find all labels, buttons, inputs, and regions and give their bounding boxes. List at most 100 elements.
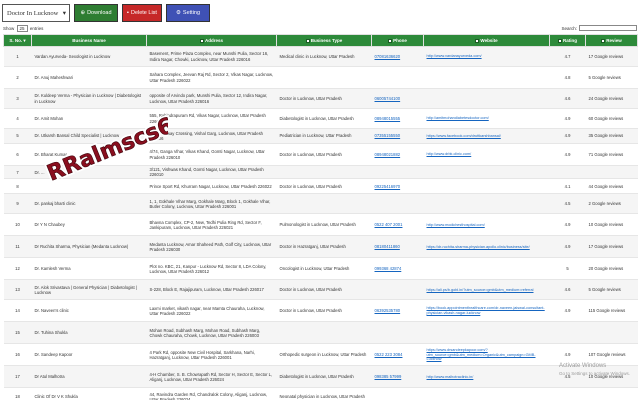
cell-review: 17 Google reviews <box>585 46 638 67</box>
cell-sno: 15 <box>3 321 32 345</box>
cell-rating: 4.9 <box>549 213 586 237</box>
cell-business-name <box>31 178 147 195</box>
table-row[interactable]: 3 Dr. Kuldeep Verma - Physician in Luckno… <box>3 88 638 109</box>
cell-review: 10 Google reviews <box>585 213 638 237</box>
table-row[interactable]: 8 Prince Sport Rd, Khurram Nagar, Lucknow… <box>3 178 638 195</box>
cell-website[interactable]: https://book.appointmenthealthcare.com/d… <box>423 299 550 323</box>
cell-business-name: Dr. Sandeep Kapoor <box>31 343 147 367</box>
column-header-sno[interactable]: S. No. ▾ <box>3 34 32 47</box>
cell-website[interactable]: http://www.malhotraclinic.in/ <box>423 365 550 389</box>
cell-business-type: Medical clinic in Lucknow, Uttar Pradesh <box>276 46 372 67</box>
column-header-phone[interactable]: Phone <box>371 34 424 47</box>
table-row[interactable]: 17 Dr Atul Malhotra 4-H Chamber, S. B. Cho… <box>3 365 638 389</box>
cell-address: Prince Sport Rd, Khurram Nagar, Lucknow,… <box>146 178 277 195</box>
table-row[interactable]: 9 Dr. pankaj bharti clinic 1, 1, Gokhale V… <box>3 193 638 215</box>
cell-phone <box>371 193 424 215</box>
column-header-name[interactable]: Business Name <box>31 34 147 47</box>
cell-phone[interactable]: 07081636620 <box>371 46 424 67</box>
cell-rating: 4.6 <box>549 88 586 109</box>
table-row[interactable]: 18 Clinic Of Dr V K Shukla 44, Ravindra Ga… <box>3 387 638 400</box>
cell-address: 1, 1, Gokhale Vihar Marg, Gokhale Marg, … <box>146 193 277 215</box>
cell-phone[interactable]: 098385 57999 <box>371 365 424 389</box>
cell-website[interactable]: https://www.drsandeepkapoor.com/?utm_sou… <box>423 343 550 367</box>
cell-phone[interactable]: 0522 407 2001 <box>371 213 424 237</box>
cell-business-name: Vardan Ayurveda- Sexologist in Lucknow <box>31 46 147 67</box>
cell-phone[interactable]: 08948015555 <box>371 108 424 129</box>
cell-website <box>423 257 550 281</box>
cell-rating <box>549 321 586 345</box>
column-checkbox[interactable] <box>305 38 310 43</box>
download-button[interactable]: ⊕ Download <box>74 4 118 22</box>
cell-website[interactable]: https://www.facebook.com/druttkarshbansa… <box>423 128 550 144</box>
category-dropdown[interactable]: Doctor In Lucknow ▾ <box>2 4 70 22</box>
table-row[interactable]: 7 Dr. ... 3/121, Vishwas Khand, Gomti Naga… <box>3 165 638 180</box>
cell-phone[interactable]: 09225416970 <box>371 178 424 195</box>
cell-phone[interactable]: 08180411860 <box>371 235 424 259</box>
table-row[interactable]: 15 Dr. Tuhina Shukla Mohan Road, Subhash M… <box>3 321 638 345</box>
delete-list-button[interactable]: ▪ Delete List <box>122 4 162 22</box>
table-row[interactable]: 6 Dr. Bharat Kumar 4/74, Ganga Vihar, Vika… <box>3 143 638 166</box>
cell-website[interactable]: http://www.drbk.clinic.com/ <box>423 143 550 166</box>
activate-subtitle: Go to Settings to activate Windows. <box>558 371 630 376</box>
cell-business-type <box>276 193 372 215</box>
cell-phone[interactable]: 06392535780 <box>371 299 424 323</box>
cell-website[interactable]: http://www.modichesthospital.com/ <box>423 213 550 237</box>
cell-address: 555, Rabindrapuram Rd, Vikas Nagar, Luck… <box>146 108 277 129</box>
download-button-label: Download <box>87 10 112 16</box>
cell-review: 115 Google reviews <box>585 299 638 323</box>
table-row[interactable]: 1 Vardan Ayurveda- Sexologist in Lucknow B… <box>3 46 638 67</box>
column-header-review[interactable]: Review <box>585 34 638 47</box>
cell-website <box>423 387 550 400</box>
cell-business-type: Doctor in Lucknow, Uttar Pradesh <box>276 299 372 323</box>
cell-phone[interactable]: 0522 223 3084 <box>371 343 424 367</box>
table-controls: Show 25 entries Search: <box>3 24 637 32</box>
table-row[interactable]: 11 Dr Ruchita Sharma, Physician (Medanta … <box>3 235 638 259</box>
cell-business-type <box>276 165 372 180</box>
column-checkbox[interactable] <box>601 38 606 43</box>
setting-button[interactable]: ⚙ Setting <box>166 4 210 22</box>
cell-business-type: Orthopedic surgeon in Lucknow, Uttar Pra… <box>276 343 372 367</box>
cell-website <box>423 66 550 89</box>
column-checkbox[interactable] <box>475 38 480 43</box>
table-row[interactable]: 5 Dr. Utkarsh Bansal Child Specialist | L… <box>3 128 638 144</box>
cell-phone[interactable]: 099368 42874 <box>371 257 424 281</box>
table-row[interactable]: 16 Dr. Sandeep Kapoor 4 Park Rd, opposite … <box>3 343 638 367</box>
cell-website[interactable]: https://ali.ps/b.gobl.in/?utm_source=gmb… <box>423 279 550 301</box>
column-header-type[interactable]: Business Type <box>276 34 372 47</box>
cell-business-name: Dr. Kuldeep Verma - Physician in Lucknow… <box>31 88 147 109</box>
table-row[interactable]: 14 Dr. Naveen's clinic Laxmi market, vikas… <box>3 299 638 323</box>
column-header-website[interactable]: Website <box>423 34 550 47</box>
cell-website[interactable]: http://www.vardanayurveda.com/ <box>423 46 550 67</box>
cell-address: 4/74, Ganga Vihar, Vikas Khand, Gomti Na… <box>146 143 277 166</box>
cell-review <box>585 321 638 345</box>
table-row[interactable]: 2 Dr. Anuj Maheshwari Sahara Complex, Jeev… <box>3 66 638 89</box>
cell-rating: 4.9 <box>549 299 586 323</box>
table-row[interactable]: 13 Dr. Alok Srivastava | General Physicia… <box>3 279 638 301</box>
cell-sno: 4 <box>3 108 32 129</box>
column-checkbox[interactable] <box>199 38 204 43</box>
cell-business-type: Doctor in Lucknow, Uttar Pradesh <box>276 143 372 166</box>
column-checkbox[interactable] <box>558 38 562 43</box>
column-header-rating[interactable]: Rating <box>549 34 586 47</box>
activate-title: Activate Windows <box>558 363 607 369</box>
column-header-address[interactable]: Address <box>146 34 277 47</box>
table-row[interactable]: 4 Dr. Amit Mohan 555, Rabindrapuram Rd, Vi… <box>3 108 638 129</box>
cell-website[interactable]: https://dr-ruchita-sharma-physician.apol… <box>423 235 550 259</box>
cell-address: Laxmi market, vikash nagar, near Mamta C… <box>146 299 277 323</box>
cell-rating: 4.9 <box>549 143 586 166</box>
cell-review: 35 Google reviews <box>585 128 638 144</box>
cell-website[interactable]: http://amitmohandiabetesdoctor.com/ <box>423 108 550 129</box>
cell-rating: 4.9 <box>549 128 586 144</box>
cell-address: S-228, Block E, Rajajipuram, Lucknow, Ut… <box>146 279 277 301</box>
table-row[interactable]: 10 Dr Y N Chaubey Bhavna Complex, CP-2, Ne… <box>3 213 638 237</box>
cell-phone[interactable]: 07355155550 <box>371 128 424 144</box>
table-header-row: S. No. ▾ Business Name Address Business … <box>3 34 638 47</box>
cell-phone[interactable]: 08948021882 <box>371 143 424 166</box>
cell-phone[interactable]: 06005744100 <box>371 88 424 109</box>
cell-phone <box>371 387 424 400</box>
cell-business-name: Dr. Naveen's clinic <box>31 299 147 323</box>
column-checkbox[interactable] <box>388 38 393 43</box>
search-input[interactable] <box>579 25 637 31</box>
table-row[interactable]: 12 Dr. Kamlesh Verma Plot no. KBC, 21, Kan… <box>3 257 638 281</box>
page-length-select[interactable]: 25 <box>16 24 28 32</box>
